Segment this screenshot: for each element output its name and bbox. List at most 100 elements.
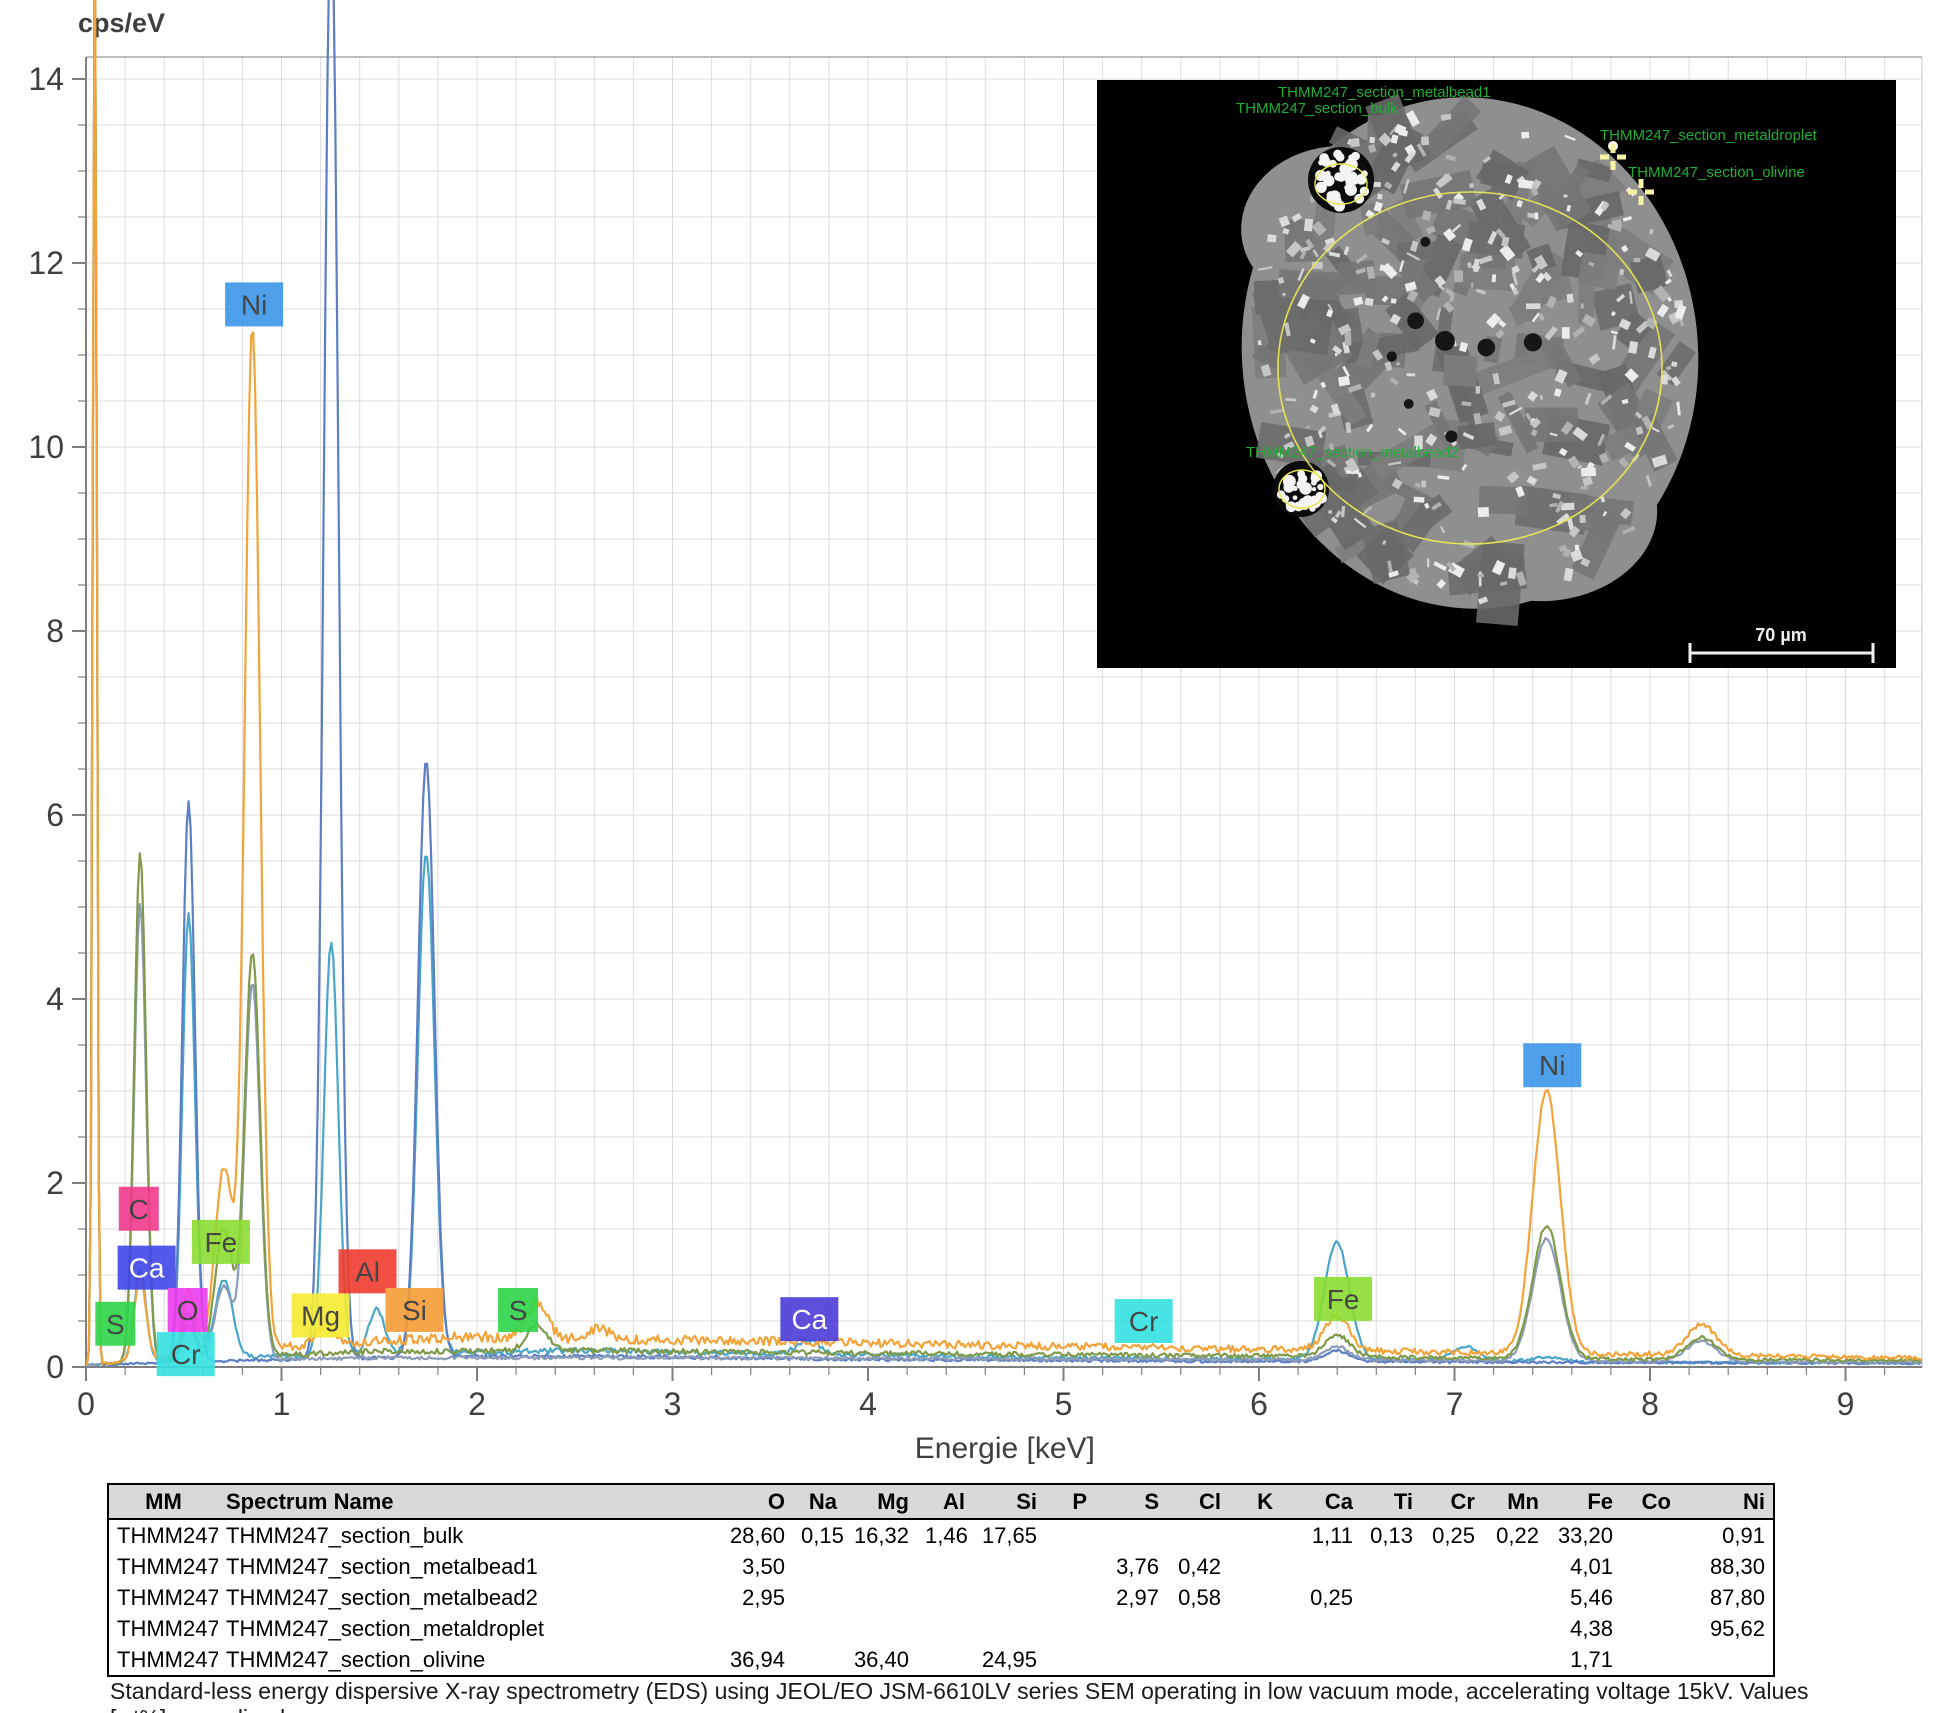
column-header-k: K [1229, 1484, 1281, 1519]
element-marker-ni: Ni [225, 282, 283, 326]
table-body: THMM247THMM247_section_bulk28,600,1516,3… [108, 1519, 1774, 1676]
y-axis-unit-label: cps/eV [78, 8, 165, 38]
element-marker-cr: Cr [1115, 1299, 1173, 1343]
table-cell: 17,65 [973, 1519, 1045, 1551]
table-cell [1045, 1644, 1095, 1676]
column-header-spectrum-name: Spectrum Name [218, 1484, 698, 1519]
column-header-s: S [1095, 1484, 1167, 1519]
table-cell: 2,97 [1095, 1582, 1167, 1613]
table-cell [973, 1613, 1045, 1644]
table-cell: 0,25 [1421, 1519, 1483, 1551]
table-cell [698, 1613, 793, 1644]
table-cell [1361, 1582, 1421, 1613]
table-cell [1483, 1582, 1547, 1613]
table-cell [1229, 1613, 1281, 1644]
table-cell [973, 1582, 1045, 1613]
table-cell [1045, 1551, 1095, 1582]
table-cell [793, 1644, 845, 1676]
table-cell [1421, 1613, 1483, 1644]
table-cell: 0,13 [1361, 1519, 1421, 1551]
table-cell [1095, 1519, 1167, 1551]
table-row: THMM247THMM247_section_metalbead22,952,9… [108, 1582, 1774, 1613]
table-cell: 28,60 [698, 1519, 793, 1551]
element-marker-ca: Ca [780, 1297, 838, 1341]
table-cell [1281, 1551, 1361, 1582]
table-cell: 4,38 [1547, 1613, 1621, 1644]
column-header-co: Co [1621, 1484, 1679, 1519]
table-cell: 0,22 [1483, 1519, 1547, 1551]
sem-annotation-label: THMM247_section_metalbead2 [1246, 444, 1459, 461]
table-cell [1045, 1519, 1095, 1551]
x-tick-label: 2 [468, 1386, 486, 1422]
element-marker-c: C [119, 1187, 159, 1231]
table-cell: 2,95 [698, 1582, 793, 1613]
table-cell [1045, 1613, 1095, 1644]
element-marker-cr: Cr [157, 1332, 215, 1376]
table-row: THMM247THMM247_section_metalbead13,503,7… [108, 1551, 1774, 1582]
scale-bar-label: 70 µm [1755, 625, 1806, 645]
sem-annotation-label: THMM247_section_metaldroplet [1600, 127, 1818, 144]
table-cell: 16,32 [845, 1519, 917, 1551]
table-cell [1167, 1519, 1229, 1551]
quantification-table: MMSpectrum NameONaMgAlSiPSClKCaTiCrMnFeC… [107, 1483, 1775, 1677]
table-cell [1621, 1613, 1679, 1644]
table-cell [917, 1644, 973, 1676]
table-cell [973, 1551, 1045, 1582]
column-header-o: O [698, 1484, 793, 1519]
table-cell: 36,94 [698, 1644, 793, 1676]
table-cell: 88,30 [1679, 1551, 1774, 1582]
table-cell: 0,15 [793, 1519, 845, 1551]
table-cell: 4,01 [1547, 1551, 1621, 1582]
element-marker-ni: Ni [1523, 1043, 1581, 1087]
svg-text:Si: Si [402, 1295, 427, 1326]
table-cell [1621, 1644, 1679, 1676]
element-marker-fe: Fe [192, 1220, 250, 1264]
table-cell: 1,46 [917, 1519, 973, 1551]
column-header-cr: Cr [1421, 1484, 1483, 1519]
element-marker-s: S [95, 1302, 135, 1346]
svg-text:Fe: Fe [1327, 1284, 1360, 1315]
x-tick-label: 0 [77, 1386, 95, 1422]
x-tick-label: 9 [1837, 1386, 1855, 1422]
table-cell [1483, 1644, 1547, 1676]
svg-text:C: C [129, 1194, 149, 1225]
spectrum-name-cell: THMM247_section_bulk [218, 1519, 698, 1551]
table-row: THMM247THMM247_section_bulk28,600,1516,3… [108, 1519, 1774, 1551]
spectrum-name-cell: THMM247_section_metalbead2 [218, 1582, 698, 1613]
element-marker-o: O [168, 1288, 208, 1332]
table-cell [793, 1582, 845, 1613]
svg-text:Al: Al [355, 1256, 380, 1287]
column-header-fe: Fe [1547, 1484, 1621, 1519]
svg-text:S: S [106, 1309, 125, 1340]
column-header-si: Si [973, 1484, 1045, 1519]
table-row: THMM247THMM247_section_olivine36,9436,40… [108, 1644, 1774, 1676]
table-cell: 0,58 [1167, 1582, 1229, 1613]
table-head: MMSpectrum NameONaMgAlSiPSClKCaTiCrMnFeC… [108, 1484, 1774, 1519]
svg-text:Cr: Cr [1129, 1306, 1159, 1337]
column-header-cl: Cl [1167, 1484, 1229, 1519]
table-cell: 95,62 [1679, 1613, 1774, 1644]
x-tick-label: 7 [1446, 1386, 1464, 1422]
table-cell [1421, 1582, 1483, 1613]
table-cell: THMM247 [108, 1644, 218, 1676]
spectrum-name-cell: THMM247_section_metalbead1 [218, 1551, 698, 1582]
metalbead1-blob [1308, 147, 1374, 213]
table-cell: THMM247 [108, 1551, 218, 1582]
table-cell [1421, 1551, 1483, 1582]
table-cell [1095, 1613, 1167, 1644]
table-row: THMM247THMM247_section_metaldroplet4,389… [108, 1613, 1774, 1644]
table-cell [1361, 1551, 1421, 1582]
table-cell [1095, 1644, 1167, 1676]
svg-text:O: O [177, 1295, 199, 1326]
table-cell [1679, 1644, 1774, 1676]
x-tick-label: 3 [664, 1386, 682, 1422]
table-cell: 0,91 [1679, 1519, 1774, 1551]
x-axis-title: Energie [keV] [915, 1432, 1095, 1465]
sem-inset-image: THMM247_section_metalbead1THMM247_sectio… [1097, 66, 1896, 668]
eds-report-page: { "chart": { "y_unit_label": "cps/eV", "… [0, 0, 1936, 1713]
y-tick-label: 12 [28, 245, 64, 281]
column-header-ca: Ca [1281, 1484, 1361, 1519]
y-tick-label: 14 [28, 61, 64, 97]
svg-text:Cr: Cr [171, 1339, 201, 1370]
table-cell [1229, 1519, 1281, 1551]
